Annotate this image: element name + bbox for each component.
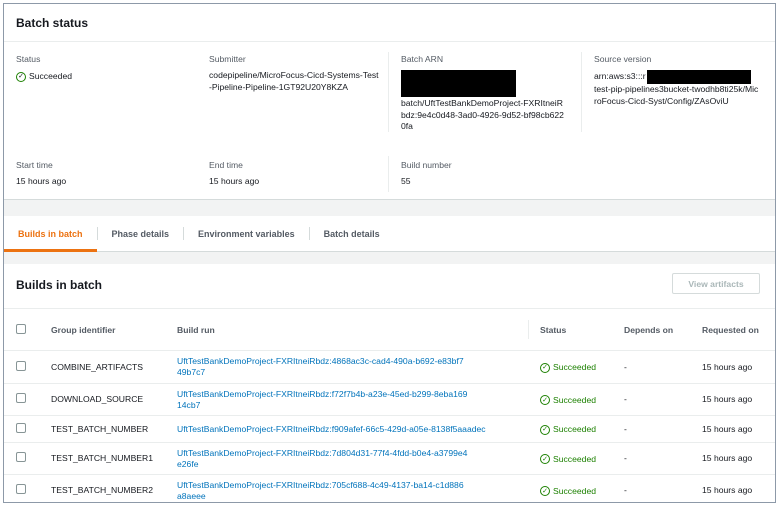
- source-version-field: Source version arn:aws:s3:::r test-pip-p…: [594, 54, 759, 107]
- tab-batch-details[interactable]: Batch details: [310, 216, 394, 251]
- build-run-link[interactable]: UftTestBankDemoProject-FXRItneiRbdz:f909…: [165, 415, 528, 443]
- builds-panel-title: Builds in batch: [16, 278, 103, 292]
- build-run-link[interactable]: UftTestBankDemoProject-FXRItneiRbdz:4868…: [165, 350, 528, 384]
- build-number-label: Build number: [401, 160, 452, 170]
- end-time-label: End time: [209, 160, 243, 170]
- status-field: Status ✓ Succeeded: [16, 54, 196, 82]
- status-cell: ✓ Succeeded: [528, 415, 612, 443]
- depends-on-cell: -: [612, 474, 690, 502]
- group-identifier-cell: TEST_BATCH_NUMBER: [39, 415, 165, 443]
- build-number-value: 55: [401, 176, 411, 186]
- check-circle-icon: ✓: [16, 71, 26, 82]
- build-number-field: Build number 55: [401, 160, 452, 188]
- tab-bar: Builds in batch Phase details Environmen…: [4, 216, 775, 252]
- batch-arn-label: Batch ARN: [401, 54, 444, 64]
- build-run-link[interactable]: UftTestBankDemoProject-FXRItneiRbdz:705c…: [165, 474, 528, 502]
- batch-status-title: Batch status: [4, 4, 775, 42]
- column-header-group-identifier[interactable]: Group identifier: [39, 308, 165, 351]
- end-time-value: 15 hours ago: [209, 176, 260, 186]
- view-artifacts-button[interactable]: View artifacts: [672, 273, 760, 294]
- row-checkbox[interactable]: [16, 484, 26, 494]
- row-checkbox[interactable]: [16, 393, 26, 403]
- column-divider: [581, 52, 582, 132]
- row-select-cell: [4, 474, 39, 502]
- column-header-depends-on[interactable]: Depends on: [612, 308, 690, 351]
- depends-on-cell: -: [612, 442, 690, 475]
- status-cell: ✓ Succeeded: [528, 350, 612, 384]
- check-circle-icon: ✓: [540, 486, 550, 496]
- group-identifier-cell: COMBINE_ARTIFACTS: [39, 350, 165, 384]
- end-time-field: End time 15 hours ago: [209, 160, 259, 188]
- batch-arn-field: Batch ARN batch/UftTestBankDemoProject-F…: [401, 54, 566, 133]
- row-select-cell: [4, 350, 39, 384]
- start-time-value: 15 hours ago: [16, 176, 67, 186]
- row-select-cell: [4, 442, 39, 475]
- status-cell: ✓ Succeeded: [528, 383, 612, 416]
- column-divider: [388, 52, 389, 132]
- check-circle-icon: ✓: [540, 362, 550, 373]
- tab-environment-variables[interactable]: Environment variables: [184, 216, 309, 251]
- submitter-field: Submitter codepipeline/MicroFocus-Cicd-S…: [209, 54, 381, 93]
- build-run-link[interactable]: UftTestBankDemoProject-FXRItneiRbdz:7d80…: [165, 442, 528, 475]
- column-divider: [388, 156, 389, 192]
- group-identifier-cell: TEST_BATCH_NUMBER1: [39, 442, 165, 475]
- build-run-link[interactable]: UftTestBankDemoProject-FXRItneiRbdz:f72f…: [165, 383, 528, 416]
- row-checkbox[interactable]: [16, 452, 26, 462]
- status-cell: ✓ Succeeded: [528, 474, 612, 502]
- group-identifier-cell: DOWNLOAD_SOURCE: [39, 383, 165, 416]
- table-row: TEST_BATCH_NUMBER2 UftTestBankDemoProjec…: [4, 474, 775, 502]
- depends-on-cell: -: [612, 415, 690, 443]
- redacted-block: [401, 70, 516, 97]
- requested-on-cell: 15 hours ago: [690, 442, 775, 475]
- batch-arn-value: batch/UftTestBankDemoProject-FXRItneiRbd…: [401, 98, 564, 131]
- depends-on-cell: -: [612, 350, 690, 384]
- status-label: Status: [16, 54, 41, 64]
- check-circle-icon: ✓: [540, 424, 550, 435]
- redacted-block: [646, 70, 751, 84]
- column-header-requested-on[interactable]: Requested on: [690, 308, 775, 351]
- batch-page: Batch status Status ✓ Succeeded Submitte…: [3, 3, 776, 503]
- check-circle-icon: ✓: [540, 395, 550, 405]
- table-row: COMBINE_ARTIFACTS UftTestBankDemoProject…: [4, 350, 775, 384]
- table-row: DOWNLOAD_SOURCE UftTestBankDemoProject-F…: [4, 383, 775, 416]
- start-time-field: Start time 15 hours ago: [16, 160, 66, 188]
- row-checkbox[interactable]: [16, 360, 26, 371]
- column-divider: [528, 320, 529, 339]
- tab-builds-in-batch[interactable]: Builds in batch: [4, 216, 97, 252]
- check-circle-icon: ✓: [540, 454, 550, 464]
- requested-on-cell: 15 hours ago: [690, 415, 775, 443]
- row-select-cell: [4, 383, 39, 416]
- table-header-row: Group identifier Build run Status Depend…: [4, 308, 775, 351]
- select-all-checkbox[interactable]: [16, 323, 26, 334]
- requested-on-cell: 15 hours ago: [690, 350, 775, 384]
- builds-table: Group identifier Build run Status Depend…: [4, 308, 775, 502]
- source-version-link[interactable]: arn:aws:s3:::r test-pip-pipelines3bucket…: [594, 70, 759, 107]
- submitter-label: Submitter: [209, 54, 246, 64]
- select-all-cell: [4, 308, 39, 351]
- status-value: ✓ Succeeded: [16, 71, 72, 83]
- submitter-value: codepipeline/MicroFocus-Cicd-Systems-Tes…: [209, 70, 379, 92]
- requested-on-cell: 15 hours ago: [690, 474, 775, 502]
- batch-status-panel: Batch status Status ✓ Succeeded Submitte…: [4, 4, 775, 200]
- column-header-build-run[interactable]: Build run: [165, 308, 528, 351]
- depends-on-cell: -: [612, 383, 690, 416]
- source-version-label: Source version: [594, 54, 652, 64]
- requested-on-cell: 15 hours ago: [690, 383, 775, 416]
- column-header-status[interactable]: Status: [528, 308, 612, 351]
- row-checkbox[interactable]: [16, 422, 26, 433]
- builds-in-batch-panel: Builds in batch View artifacts Group ide…: [4, 264, 775, 502]
- status-cell: ✓ Succeeded: [528, 442, 612, 475]
- row-select-cell: [4, 415, 39, 443]
- table-row: TEST_BATCH_NUMBER1 UftTestBankDemoProjec…: [4, 442, 775, 475]
- start-time-label: Start time: [16, 160, 53, 170]
- group-identifier-cell: TEST_BATCH_NUMBER2: [39, 474, 165, 502]
- tab-phase-details[interactable]: Phase details: [98, 216, 184, 251]
- table-row: TEST_BATCH_NUMBER UftTestBankDemoProject…: [4, 415, 775, 443]
